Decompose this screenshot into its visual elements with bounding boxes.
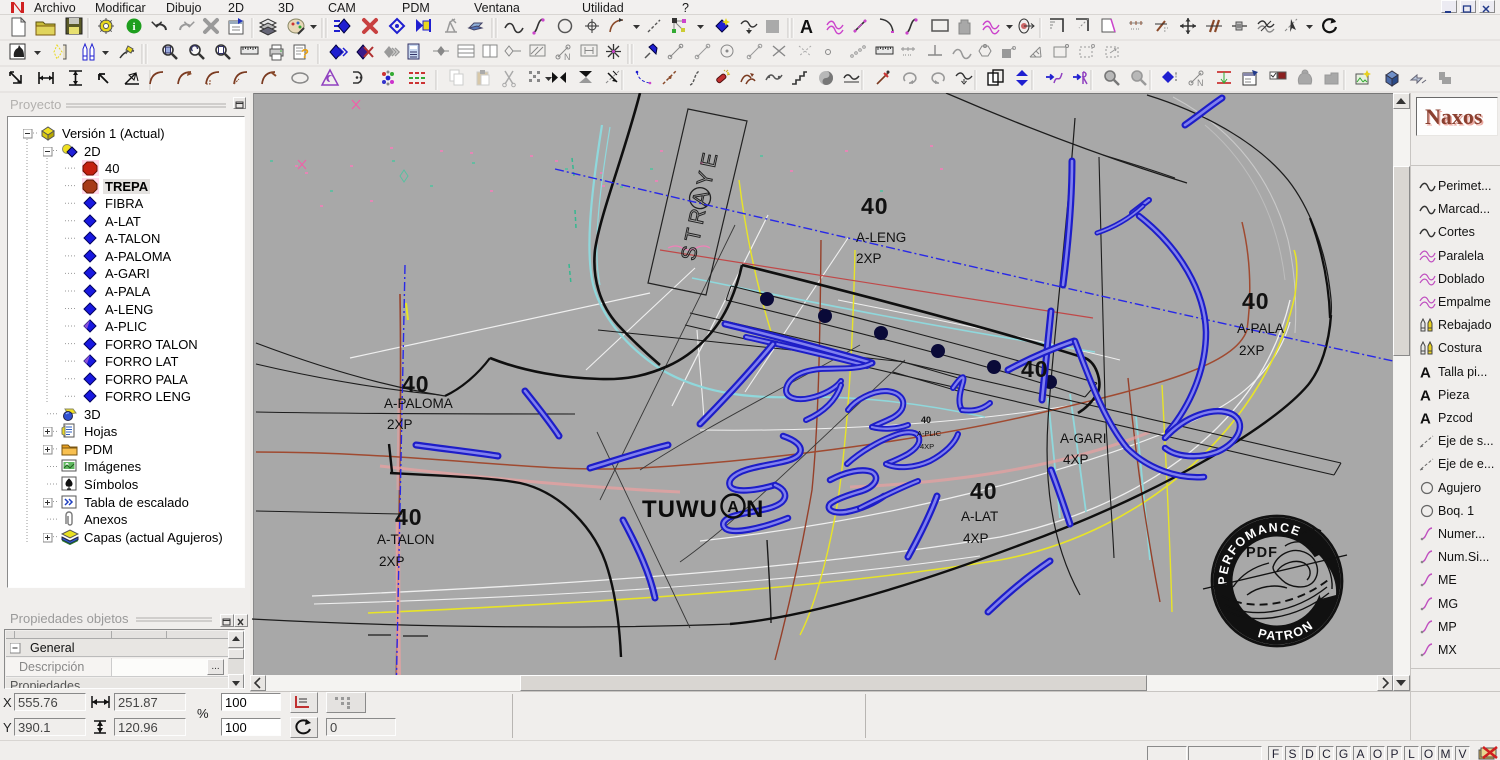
- svg-text:N: N: [564, 52, 571, 62]
- svg-text:A-GARI: A-GARI: [1060, 431, 1107, 446]
- svg-text:A: A: [800, 17, 813, 37]
- svg-text:A-LENG: A-LENG: [856, 230, 906, 245]
- svg-text:A-PALA: A-PALA: [1237, 321, 1284, 336]
- svg-text:2XP: 2XP: [387, 417, 413, 432]
- svg-text:TUWU: TUWU: [642, 496, 718, 523]
- svg-text:A: A: [1420, 411, 1431, 425]
- svg-text:2XP: 2XP: [856, 251, 882, 266]
- svg-text:A: A: [727, 499, 739, 516]
- svg-text:A-PALOMA: A-PALOMA: [384, 396, 453, 411]
- svg-text:N: N: [1197, 78, 1204, 88]
- svg-text:N: N: [746, 496, 763, 523]
- svg-text:2XP: 2XP: [379, 554, 405, 569]
- svg-text:40: 40: [402, 371, 430, 397]
- svg-text:40: 40: [921, 415, 931, 425]
- svg-text:40: 40: [861, 193, 889, 219]
- svg-text:2XP: 2XP: [1239, 343, 1265, 358]
- svg-text:A: A: [1420, 365, 1431, 379]
- svg-text:40: 40: [970, 478, 998, 504]
- svg-text:A-LAT: A-LAT: [961, 509, 998, 524]
- svg-text:40: 40: [395, 504, 423, 530]
- svg-text:PDF: PDF: [1246, 545, 1278, 561]
- svg-text:40: 40: [1242, 288, 1270, 314]
- svg-text:A: A: [1420, 388, 1431, 402]
- svg-text:4XP: 4XP: [963, 531, 989, 546]
- svg-text:?: ?: [301, 46, 309, 61]
- svg-text:4XP: 4XP: [1063, 452, 1089, 467]
- svg-text:A-PLIC: A-PLIC: [917, 429, 942, 438]
- svg-text:40: 40: [1021, 356, 1049, 382]
- svg-text:4XP: 4XP: [920, 442, 934, 451]
- svg-text:A-TALON: A-TALON: [377, 532, 435, 547]
- svg-text:i: i: [132, 21, 135, 33]
